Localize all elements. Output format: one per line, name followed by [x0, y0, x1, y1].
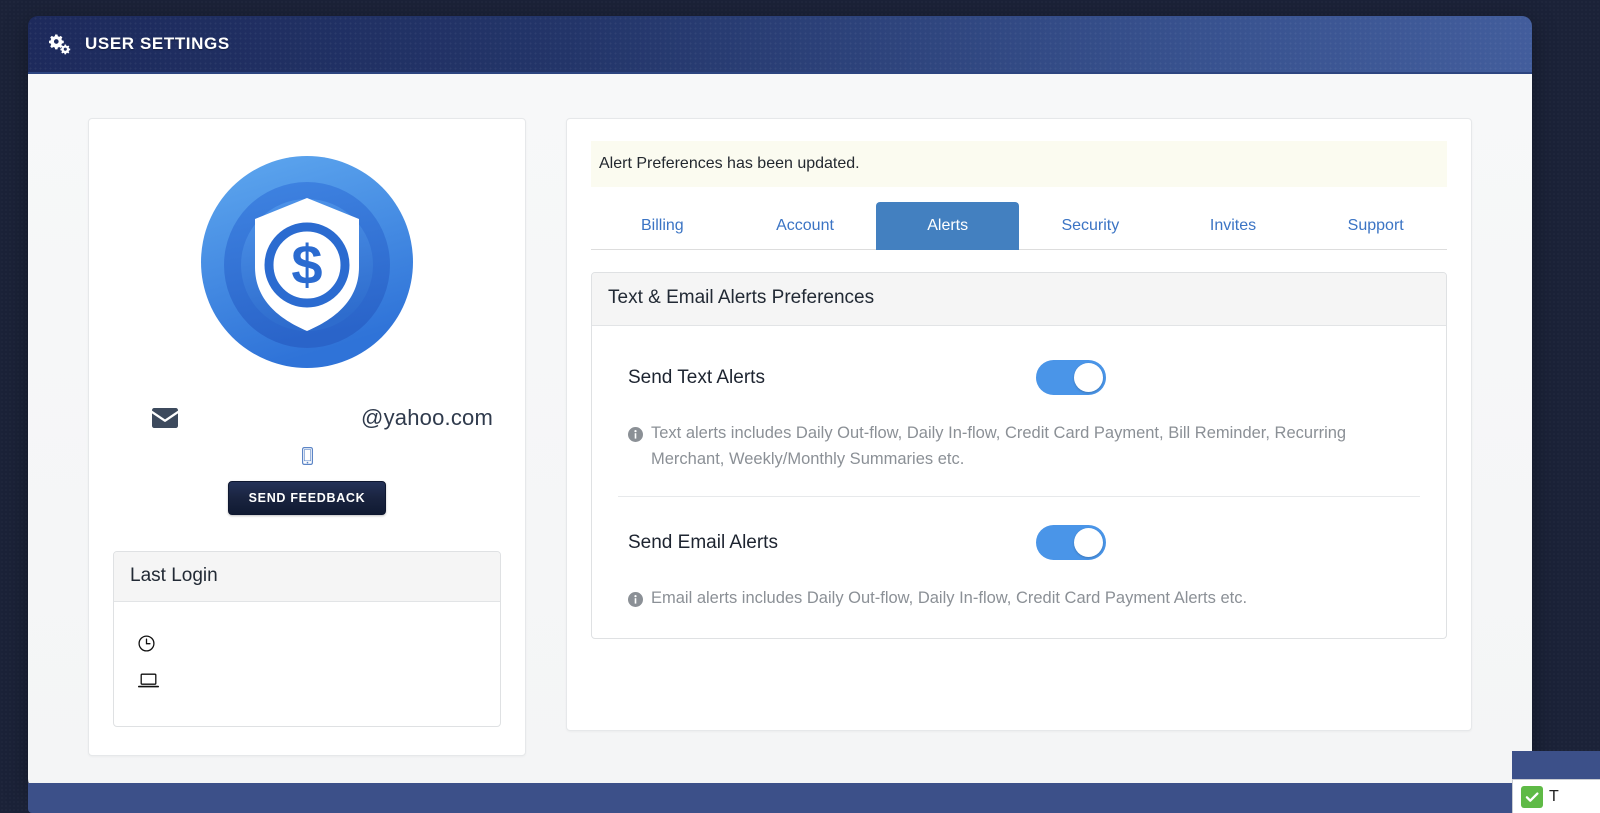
tab-alerts[interactable]: Alerts — [876, 202, 1020, 250]
right-column: Alert Preferences has been updated. Bill… — [566, 118, 1472, 791]
extension-widget[interactable]: T — [1512, 779, 1600, 813]
send-email-alerts-label: Send Email Alerts — [628, 531, 778, 553]
alerts-preferences-title: Text & Email Alerts Preferences — [592, 273, 1446, 326]
tab-invites[interactable]: Invites — [1162, 202, 1305, 250]
toggle-knob — [1074, 363, 1103, 392]
laptop-icon — [138, 673, 159, 689]
tab-security[interactable]: Security — [1019, 202, 1162, 250]
send-text-alerts-toggle[interactable] — [1036, 360, 1106, 395]
green-checkmark-icon — [1521, 785, 1543, 808]
settings-card: Alert Preferences has been updated. Bill… — [566, 118, 1472, 731]
email-alerts-row: Send Email Alerts — [618, 497, 1420, 586]
send-feedback-button[interactable]: SEND FEEDBACK — [227, 481, 387, 515]
phone-row — [113, 447, 501, 465]
text-alerts-block: Send Text Alerts Text alerts includes Da… — [592, 332, 1446, 480]
app-window: USER SETTINGS $ @yahoo.com SEND FEEDBACK… — [28, 16, 1532, 791]
email-row: @yahoo.com — [151, 405, 493, 431]
tab-support[interactable]: Support — [1304, 202, 1447, 250]
extension-widget-label: T — [1549, 787, 1559, 805]
user-email: @yahoo.com — [361, 405, 493, 430]
send-text-alerts-label: Send Text Alerts — [628, 366, 765, 388]
text-alerts-note: Text alerts includes Daily Out-flow, Dai… — [618, 421, 1378, 480]
last-login-title: Last Login — [114, 552, 500, 602]
extension-widget-backdrop — [1512, 751, 1600, 779]
app-header: USER SETTINGS — [28, 16, 1532, 74]
settings-tabs: Billing Account Alerts Security Invites … — [591, 201, 1447, 250]
svg-text:$: $ — [291, 233, 322, 296]
shield-dollar-logo-icon: $ — [198, 153, 416, 371]
last-login-panel: Last Login — [113, 551, 501, 727]
avatar-wrap: $ — [113, 153, 501, 371]
info-icon — [628, 590, 643, 608]
window-bottom-bar — [28, 783, 1532, 813]
envelope-icon — [151, 407, 179, 429]
alerts-preferences-body: Send Text Alerts Text alerts includes Da… — [592, 326, 1446, 638]
tab-billing[interactable]: Billing — [591, 202, 734, 250]
last-login-time-row — [138, 624, 484, 662]
app-body: $ @yahoo.com SEND FEEDBACK Last Login Al… — [28, 74, 1532, 791]
page-title: USER SETTINGS — [85, 34, 230, 53]
info-icon — [628, 425, 643, 442]
clock-icon — [138, 634, 155, 652]
email-alerts-note-text: Email alerts includes Daily Out-flow, Da… — [651, 589, 1248, 608]
tab-account[interactable]: Account — [734, 202, 877, 250]
profile-card: $ @yahoo.com SEND FEEDBACK Last Login — [88, 118, 526, 756]
left-column: $ @yahoo.com SEND FEEDBACK Last Login — [88, 118, 526, 791]
feedback-row: SEND FEEDBACK — [113, 481, 501, 515]
last-login-device-row — [138, 662, 484, 700]
email-alerts-block: Send Email Alerts Email alerts includes … — [592, 497, 1446, 620]
toggle-knob — [1074, 528, 1103, 558]
text-alerts-row: Send Text Alerts — [618, 332, 1420, 421]
alerts-preferences-panel: Text & Email Alerts Preferences Send Tex… — [591, 272, 1447, 639]
email-alerts-note: Email alerts includes Daily Out-flow, Da… — [618, 586, 1378, 620]
text-alerts-note-text: Text alerts includes Daily Out-flow, Dai… — [651, 424, 1347, 468]
gears-icon — [48, 33, 71, 55]
mobile-phone-icon — [301, 447, 313, 465]
flash-notice: Alert Preferences has been updated. — [591, 141, 1447, 187]
send-email-alerts-toggle[interactable] — [1036, 525, 1106, 561]
last-login-body — [114, 602, 500, 726]
